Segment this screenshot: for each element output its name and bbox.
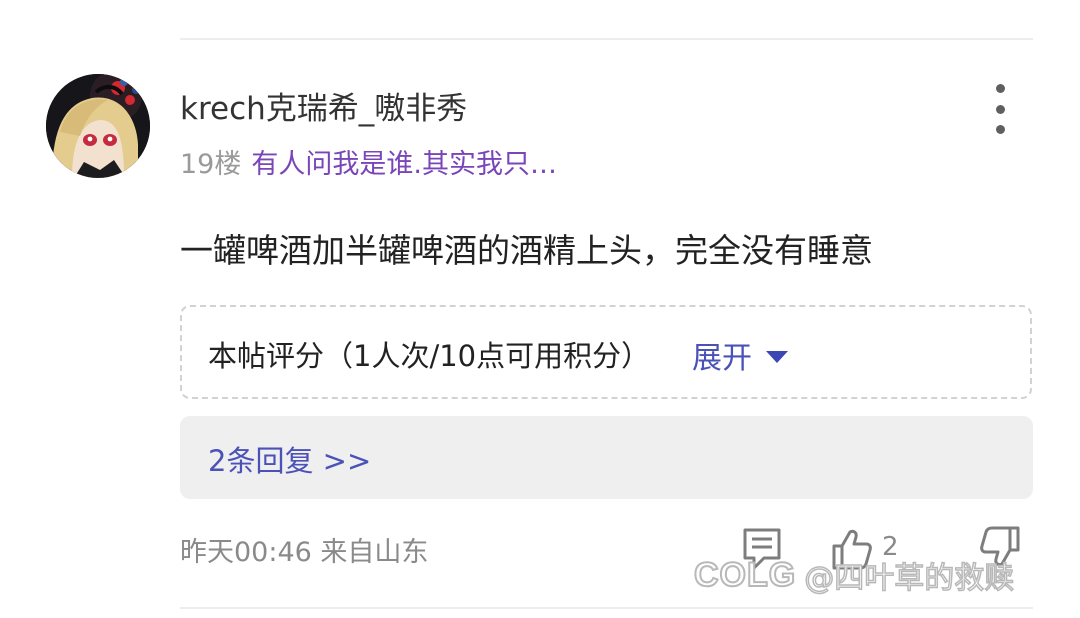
watermark-logo: COLG <box>693 555 797 595</box>
watermark: COLG @四叶草的救赎 <box>693 555 1015 597</box>
replies-link[interactable]: 2条回复 >> <box>208 438 371 480</box>
rating-label: 本帖评分（1人次/10点可用积分） <box>208 339 651 373</box>
avatar-image <box>46 74 150 178</box>
more-vertical-icon <box>995 84 1005 93</box>
post-rating-box: 本帖评分（1人次/10点可用积分） 展开 <box>180 305 1032 399</box>
avatar[interactable] <box>46 74 150 178</box>
username[interactable]: krech克瑞希_嗷非秀 <box>180 83 467 128</box>
replies-box[interactable]: 2条回复 >> <box>180 416 1033 499</box>
more-options-button[interactable] <box>984 84 1016 134</box>
expand-label: 展开 <box>692 341 752 376</box>
rating-expand-button[interactable]: 展开 <box>692 333 788 377</box>
post-content: 一罐啤酒加半罐啤酒的酒精上头，完全没有睡意 <box>180 231 873 270</box>
watermark-handle: @四叶草的救赎 <box>803 560 1015 597</box>
bottom-divider <box>180 607 1033 609</box>
caret-down-icon <box>766 351 788 363</box>
post-meta: 19楼 有人问我是谁.其实我只… <box>180 142 557 181</box>
user-signature[interactable]: 有人问我是谁.其实我只… <box>251 149 557 180</box>
top-divider <box>180 38 1033 40</box>
more-vertical-icon-dot <box>995 125 1005 134</box>
post-floor-page: krech克瑞希_嗷非秀 19楼 有人问我是谁.其实我只… 一罐啤酒加半罐啤酒的酒… <box>0 0 1080 618</box>
post-time-location: 昨天00:46 来自山东 <box>180 537 429 568</box>
floor-number: 19楼 <box>180 149 242 180</box>
more-vertical-icon-dot <box>995 104 1005 114</box>
